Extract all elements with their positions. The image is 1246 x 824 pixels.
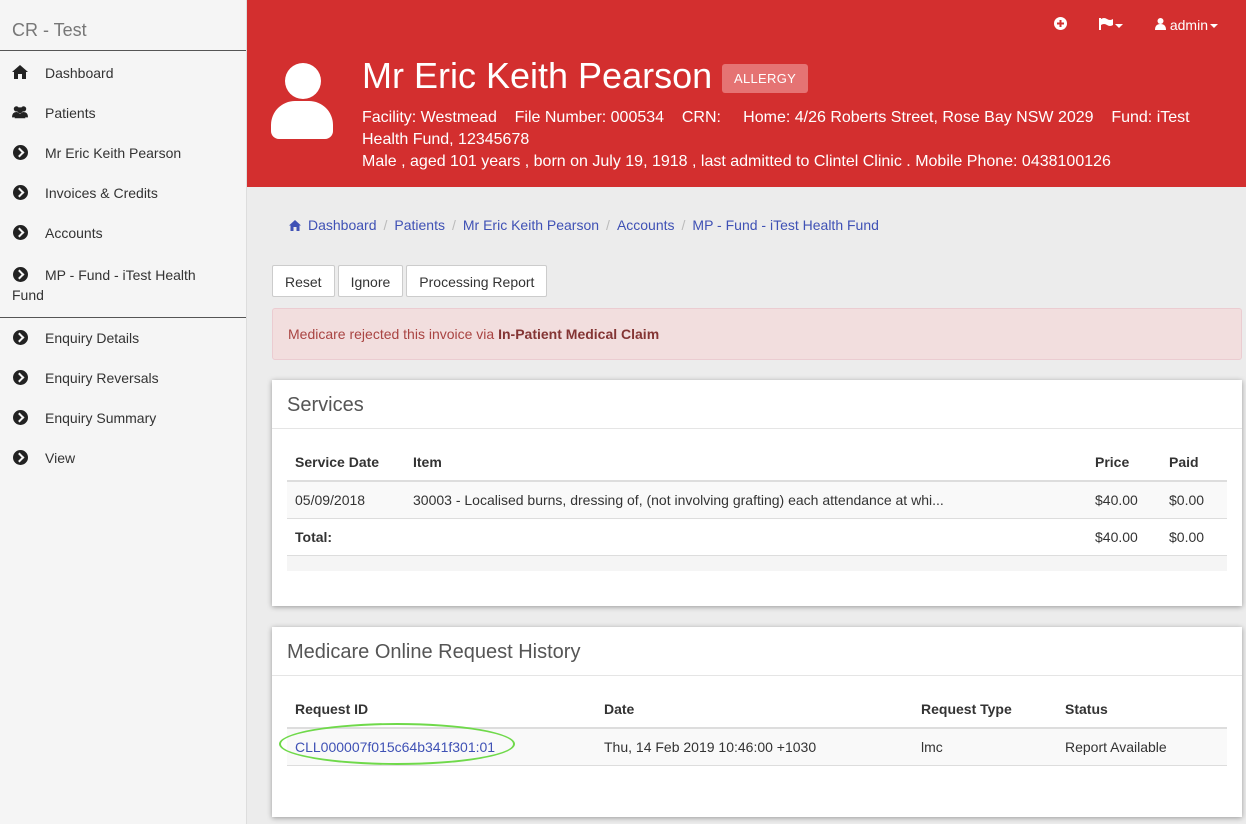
top-nav: admin <box>1053 17 1218 33</box>
patient-info: Facility: Westmead File Number: 000534 C… <box>362 107 1232 173</box>
flag-icon <box>1098 18 1113 30</box>
add-button[interactable] <box>1053 17 1067 33</box>
sidebar-item-mp-fund[interactable]: MP - Fund - iTest Health Fund <box>0 253 246 317</box>
sidebar-item-label: Enquiry Summary <box>45 410 157 426</box>
chevron-circle-right-icon <box>12 224 28 240</box>
column-header: Paid <box>1161 429 1227 482</box>
column-header: Price <box>1087 429 1161 482</box>
chevron-circle-right-icon <box>12 449 28 465</box>
reset-button[interactable]: Reset <box>272 265 335 297</box>
service-price: $40.00 <box>1087 481 1161 519</box>
sidebar-item-enquiry-summary[interactable]: Enquiry Summary <box>0 398 246 438</box>
sidebar-item-label: Patients <box>45 105 96 121</box>
sidebar-item-label: Mr Eric Keith Pearson <box>45 145 182 161</box>
processing-report-button[interactable]: Processing Report <box>406 265 548 297</box>
service-date: 05/09/2018 <box>287 481 405 519</box>
breadcrumb-patient[interactable]: Mr Eric Keith Pearson <box>463 217 599 233</box>
total-paid: $0.00 <box>1161 518 1227 556</box>
sidebar-item-enquiry-details[interactable]: Enquiry Details <box>0 318 246 358</box>
user-icon <box>1154 18 1166 30</box>
column-header: Service Date <box>287 429 405 482</box>
chevron-circle-right-icon <box>12 369 28 385</box>
request-status: Report Available <box>1057 728 1227 766</box>
table-row: CLL000007f015c64b341f301:01 Thu, 14 Feb … <box>287 728 1227 766</box>
chevron-circle-right-icon <box>12 144 28 160</box>
sidebar-item-invoices-credits[interactable]: Invoices & Credits <box>0 173 246 213</box>
total-row: Total: $40.00 $0.00 <box>287 518 1227 556</box>
service-item: 30003 - Localised burns, dressing of, (n… <box>405 481 1087 519</box>
sidebar-item-view[interactable]: View <box>0 438 246 478</box>
column-header: Item <box>405 429 1087 482</box>
request-history-panel: Medicare Online Request History Request … <box>272 627 1242 817</box>
sidebar-item-patients[interactable]: Patients <box>0 93 246 133</box>
sidebar-item-label: Enquiry Reversals <box>45 370 159 386</box>
breadcrumb-fund[interactable]: MP - Fund - iTest Health Fund <box>692 217 878 233</box>
services-title: Services <box>272 380 1242 429</box>
request-history-title: Medicare Online Request History <box>272 627 1242 676</box>
breadcrumb-patients[interactable]: Patients <box>394 217 445 233</box>
sidebar-item-dashboard[interactable]: Dashboard <box>0 51 246 93</box>
column-header: Request Type <box>913 676 1057 729</box>
action-buttons: Reset Ignore Processing Report <box>272 265 548 297</box>
ignore-button[interactable]: Ignore <box>337 265 404 297</box>
sidebar: CR - Test Dashboard Patients Mr Eric Kei… <box>0 0 247 824</box>
user-menu[interactable]: admin <box>1154 17 1218 33</box>
services-table: Service Date Item Price Paid 05/09/2018 … <box>287 429 1227 571</box>
flag-menu[interactable] <box>1098 17 1123 33</box>
request-type: lmc <box>913 728 1057 766</box>
request-id-link[interactable]: CLL000007f015c64b341f301:01 <box>287 728 596 766</box>
patient-header: admin Mr Eric Keith Pearson ALLERGY Faci… <box>247 0 1246 187</box>
patient-details-line: Facility: Westmead File Number: 000534 C… <box>362 109 1195 148</box>
alert-text: Medicare rejected this invoice via <box>288 326 499 342</box>
chevron-circle-right-icon <box>12 266 28 282</box>
breadcrumb-dashboard[interactable]: Dashboard <box>308 217 377 233</box>
footer-row <box>287 555 1227 571</box>
column-header: Date <box>596 676 913 729</box>
sidebar-item-enquiry-reversals[interactable]: Enquiry Reversals <box>0 358 246 398</box>
total-price: $40.00 <box>1087 518 1161 556</box>
patient-demographics-line: Male , aged 101 years , born on July 19,… <box>362 153 1111 170</box>
rejection-alert: Medicare rejected this invoice via In-Pa… <box>272 308 1242 360</box>
sidebar-item-label: View <box>45 450 76 466</box>
main-content: Dashboard / Patients / Mr Eric Keith Pears… <box>247 187 1246 824</box>
sidebar-item-label: Invoices & Credits <box>45 185 158 201</box>
user-name: admin <box>1169 17 1208 33</box>
chevron-circle-right-icon <box>12 409 28 425</box>
sidebar-item-label: Accounts <box>45 225 103 241</box>
total-label: Total: <box>287 518 405 556</box>
allergy-badge[interactable]: ALLERGY <box>722 64 809 93</box>
patient-name: Mr Eric Keith Pearson <box>362 55 713 96</box>
chevron-down-icon <box>1114 24 1123 29</box>
services-panel: Services Service Date Item Price Paid 05… <box>272 380 1242 606</box>
column-header: Status <box>1057 676 1227 729</box>
sidebar-item-label: MP - Fund - iTest Health Fund <box>12 267 196 303</box>
home-icon <box>12 64 28 80</box>
home-icon <box>289 219 301 231</box>
sidebar-item-label: Enquiry Details <box>45 330 140 346</box>
chevron-circle-right-icon <box>12 184 28 200</box>
app-title: CR - Test <box>0 0 246 51</box>
request-date: Thu, 14 Feb 2019 10:46:00 +1030 <box>596 728 913 766</box>
chevron-down-icon <box>1210 24 1218 29</box>
breadcrumb: Dashboard / Patients / Mr Eric Keith Pears… <box>289 217 879 233</box>
users-icon <box>12 104 28 120</box>
alert-claim-type: In-Patient Medical Claim <box>498 326 660 342</box>
breadcrumb-accounts[interactable]: Accounts <box>617 217 675 233</box>
plus-circle-icon <box>1053 17 1067 30</box>
patient-avatar <box>271 63 333 141</box>
sidebar-item-label: Dashboard <box>45 65 114 81</box>
service-paid: $0.00 <box>1161 481 1227 519</box>
request-history-table: Request ID Date Request Type Status CLL0… <box>287 676 1227 766</box>
sidebar-item-patient-name[interactable]: Mr Eric Keith Pearson <box>0 133 246 173</box>
table-row: 05/09/2018 30003 - Localised burns, dres… <box>287 481 1227 519</box>
column-header: Request ID <box>287 676 596 729</box>
chevron-circle-right-icon <box>12 329 28 345</box>
sidebar-item-accounts[interactable]: Accounts <box>0 213 246 253</box>
